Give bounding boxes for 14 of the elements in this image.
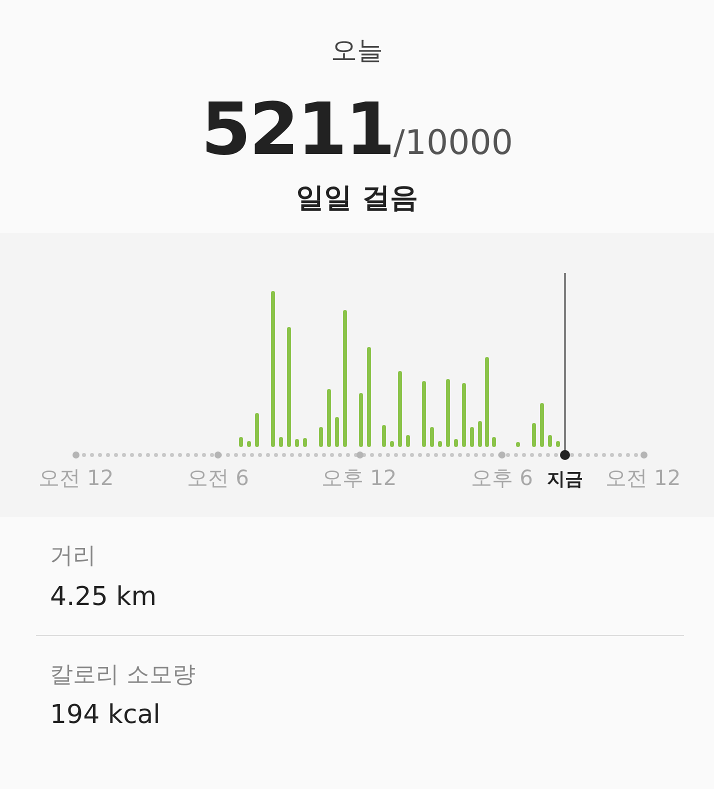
axis-label: 오후 6	[470, 466, 534, 490]
page-title: 오늘	[330, 35, 384, 68]
axis-label: 오전 12	[605, 466, 681, 490]
stat-value: 4.25 km	[50, 580, 158, 614]
axis-label: 오전 6	[186, 466, 250, 490]
step-count: 5211	[200, 93, 394, 165]
stat-value: 194 kcal	[50, 699, 162, 732]
axis-label: 오후 12	[321, 466, 397, 490]
stat-label: 거리	[50, 542, 97, 571]
step-goal: /10000	[393, 122, 513, 165]
axis-label: 오전 12	[38, 466, 114, 490]
current-time-label: 지금	[547, 469, 583, 490]
chart-title: 일일 걸음	[295, 180, 419, 216]
stat-label: 칼로리 소모량	[50, 660, 196, 690]
